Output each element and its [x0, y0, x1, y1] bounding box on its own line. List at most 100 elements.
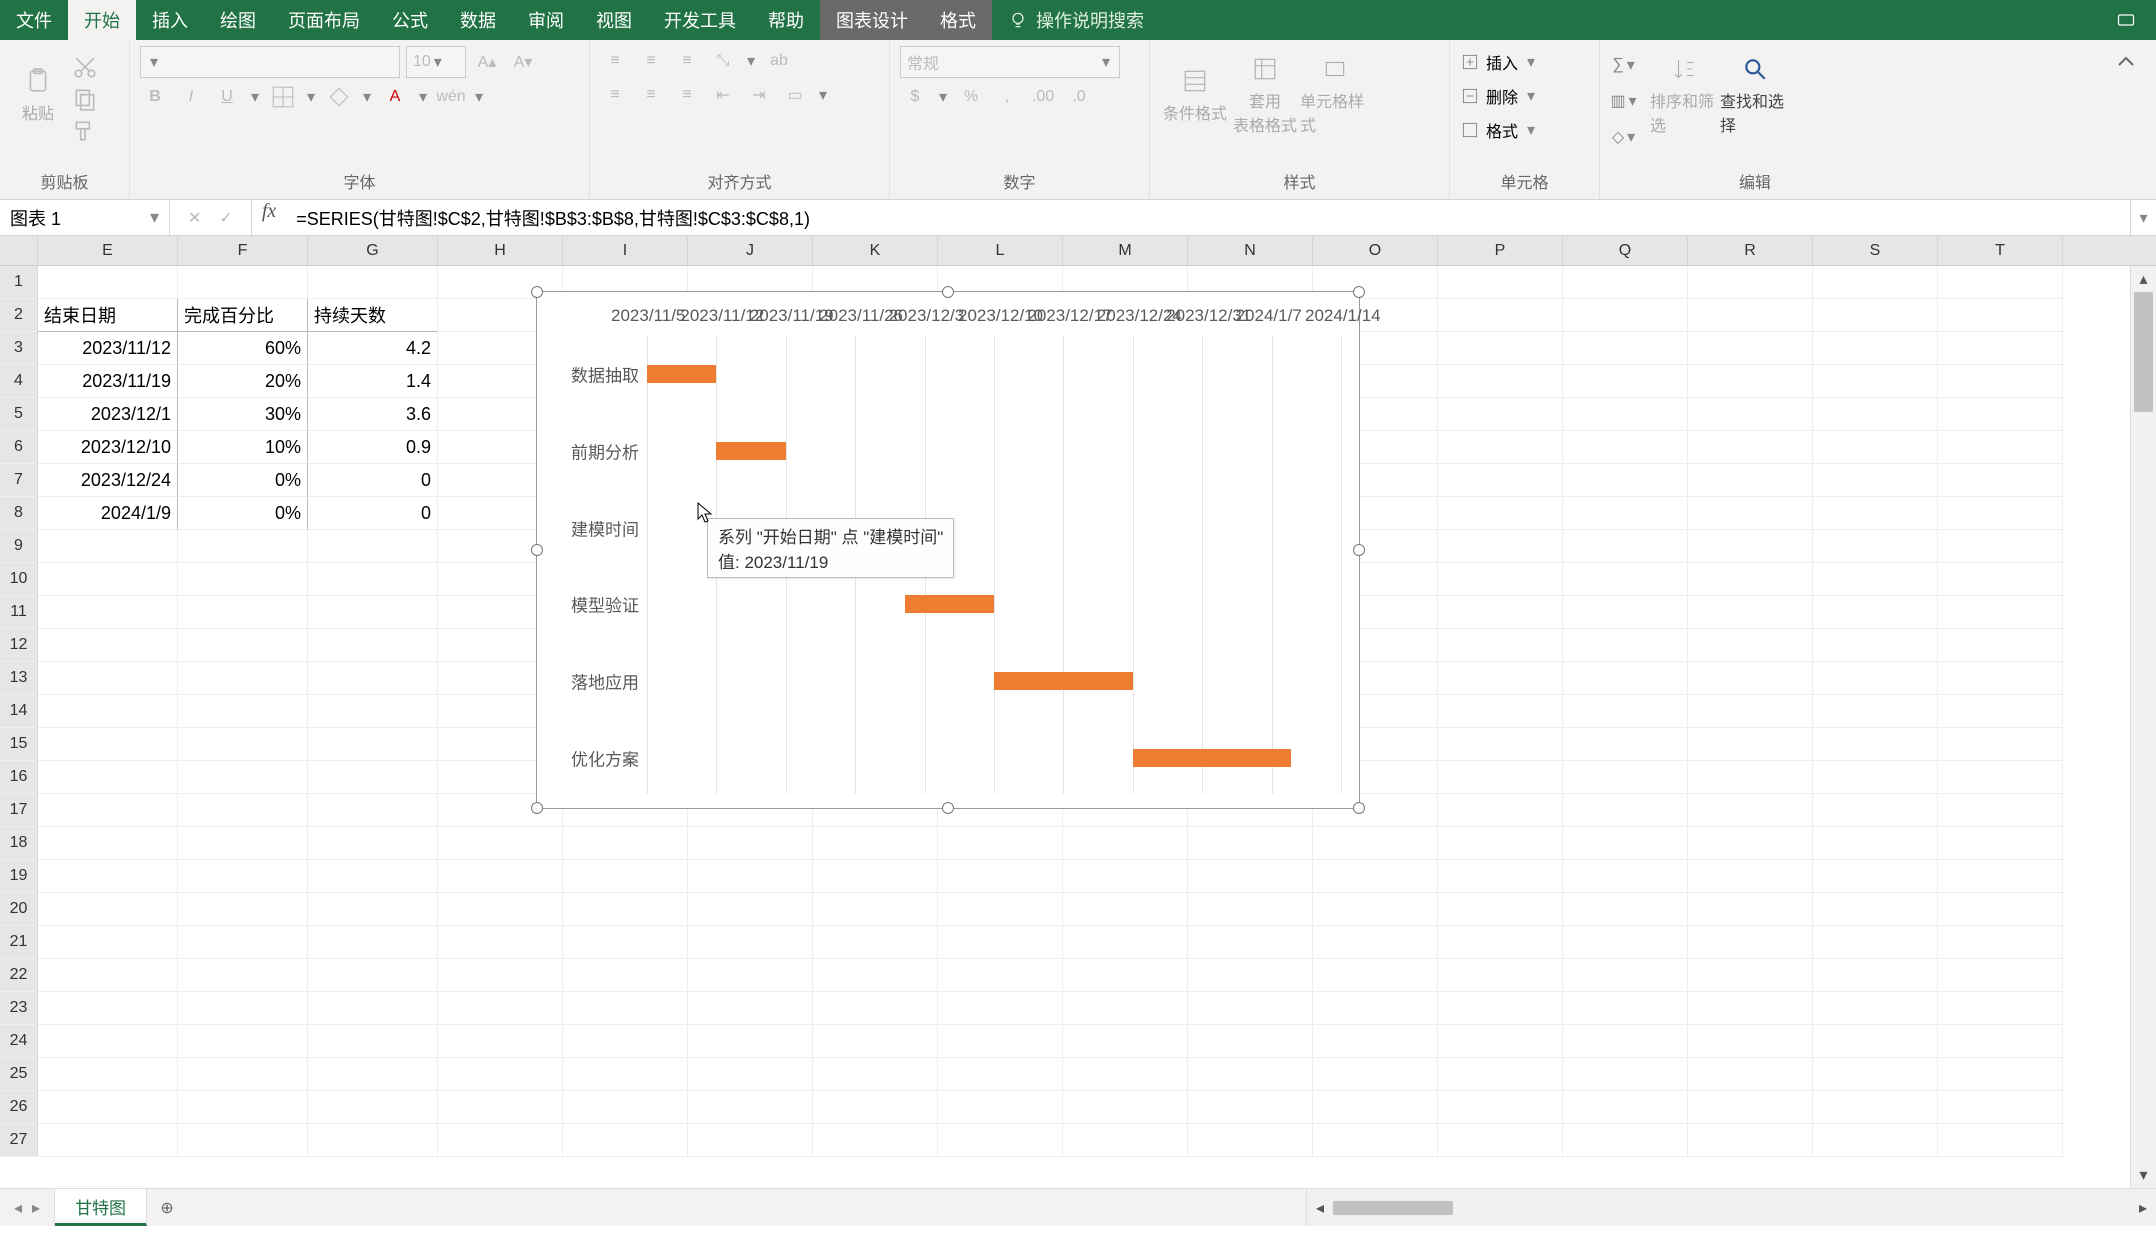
cell[interactable]: 1.4	[308, 365, 438, 398]
align-right-button[interactable]: ≡	[672, 80, 702, 110]
col-header-G[interactable]: G	[308, 236, 438, 265]
expand-formula-button[interactable]: ▾	[2130, 200, 2156, 235]
cell[interactable]: 2023/12/24	[38, 464, 178, 497]
cell[interactable]	[1813, 959, 1938, 992]
cell[interactable]	[1938, 497, 2063, 530]
cell[interactable]	[1688, 728, 1813, 761]
wrap-text-button[interactable]: ab	[764, 46, 794, 76]
cell[interactable]	[1688, 464, 1813, 497]
find-select-button[interactable]: 查找和选择	[1720, 46, 1790, 146]
cell[interactable]	[688, 959, 813, 992]
cell[interactable]	[1438, 992, 1563, 1025]
cell[interactable]	[1688, 662, 1813, 695]
row-header[interactable]: 17	[0, 794, 38, 827]
cell[interactable]	[1563, 266, 1688, 299]
cell[interactable]	[438, 827, 563, 860]
cell[interactable]: 持续天数	[308, 299, 438, 332]
bold-button[interactable]: B	[140, 82, 170, 112]
cell[interactable]	[38, 827, 178, 860]
resize-handle-n[interactable]	[942, 286, 954, 298]
cell[interactable]	[1813, 530, 1938, 563]
align-middle-button[interactable]: ≡	[636, 46, 666, 76]
cell[interactable]	[1688, 1124, 1813, 1157]
scroll-left-button[interactable]: ◂	[1307, 1198, 1333, 1218]
cell[interactable]	[563, 992, 688, 1025]
cell[interactable]	[1688, 365, 1813, 398]
cell[interactable]	[1938, 332, 2063, 365]
cell[interactable]	[308, 1058, 438, 1091]
col-header-K[interactable]: K	[813, 236, 938, 265]
cell-styles-button[interactable]: 单元格样式	[1300, 46, 1370, 146]
tab-dev[interactable]: 开发工具	[648, 0, 752, 40]
cell[interactable]	[1438, 959, 1563, 992]
italic-button[interactable]: I	[176, 82, 206, 112]
gantt-bar[interactable]	[905, 595, 994, 613]
cell[interactable]	[1563, 332, 1688, 365]
cell[interactable]	[38, 266, 178, 299]
cell[interactable]	[1188, 926, 1313, 959]
cell[interactable]	[1813, 398, 1938, 431]
merge-button[interactable]: ▭	[780, 80, 810, 110]
cell[interactable]	[1563, 365, 1688, 398]
delete-cells-button[interactable]: 删除▾	[1460, 84, 1589, 108]
row-header[interactable]: 12	[0, 629, 38, 662]
cell[interactable]	[308, 662, 438, 695]
sheet-next-icon[interactable]: ▸	[32, 1198, 40, 1218]
cell[interactable]	[1438, 860, 1563, 893]
sheet-nav[interactable]: ◂ ▸	[0, 1189, 55, 1226]
cell[interactable]	[1813, 860, 1938, 893]
cell[interactable]	[1938, 695, 2063, 728]
cell[interactable]	[1438, 596, 1563, 629]
cell[interactable]	[1938, 629, 2063, 662]
table-format-button[interactable]: 套用 表格格式	[1230, 46, 1300, 146]
row-header[interactable]: 6	[0, 431, 38, 464]
cell[interactable]: 10%	[178, 431, 308, 464]
cell[interactable]: 4.2	[308, 332, 438, 365]
cell[interactable]	[1563, 860, 1688, 893]
cell[interactable]	[38, 761, 178, 794]
cell[interactable]	[1063, 1091, 1188, 1124]
cell[interactable]	[938, 1124, 1063, 1157]
cell[interactable]	[1813, 761, 1938, 794]
cell[interactable]	[1313, 1058, 1438, 1091]
resize-handle-e[interactable]	[1353, 544, 1365, 556]
cell[interactable]	[178, 695, 308, 728]
name-box[interactable]: 图表 1 ▾	[0, 200, 170, 235]
cell[interactable]	[1688, 695, 1813, 728]
cell[interactable]	[1688, 497, 1813, 530]
cell[interactable]	[1938, 728, 2063, 761]
cell[interactable]	[178, 1124, 308, 1157]
cell[interactable]	[1438, 464, 1563, 497]
cell[interactable]	[813, 926, 938, 959]
cell[interactable]	[1688, 563, 1813, 596]
percent-button[interactable]: %	[956, 82, 986, 112]
cell[interactable]	[563, 827, 688, 860]
cell[interactable]	[1938, 266, 2063, 299]
enter-formula-button[interactable]: ✓	[219, 208, 232, 228]
cell[interactable]: 0%	[178, 497, 308, 530]
cell[interactable]	[813, 959, 938, 992]
cell[interactable]	[38, 992, 178, 1025]
add-sheet-button[interactable]: ⊕	[147, 1189, 187, 1226]
cell[interactable]	[1563, 596, 1688, 629]
cell[interactable]	[1813, 332, 1938, 365]
cell[interactable]	[688, 992, 813, 1025]
orientation-button[interactable]: ⤡	[708, 46, 738, 76]
cell[interactable]	[938, 926, 1063, 959]
cell[interactable]	[1813, 1058, 1938, 1091]
row-header[interactable]: 5	[0, 398, 38, 431]
cell[interactable]	[1813, 695, 1938, 728]
cell[interactable]	[1063, 1025, 1188, 1058]
clear-button[interactable]: ◇▾	[1610, 122, 1640, 152]
cell[interactable]: 0.9	[308, 431, 438, 464]
cell[interactable]	[1688, 398, 1813, 431]
cell[interactable]: 0%	[178, 464, 308, 497]
cell[interactable]	[1938, 761, 2063, 794]
cell[interactable]: 0	[308, 497, 438, 530]
cell[interactable]	[1938, 1124, 2063, 1157]
cell[interactable]: 2023/12/10	[38, 431, 178, 464]
fill-color-button[interactable]	[324, 82, 354, 112]
cell[interactable]	[38, 1091, 178, 1124]
cell[interactable]	[308, 794, 438, 827]
cell[interactable]	[1688, 926, 1813, 959]
